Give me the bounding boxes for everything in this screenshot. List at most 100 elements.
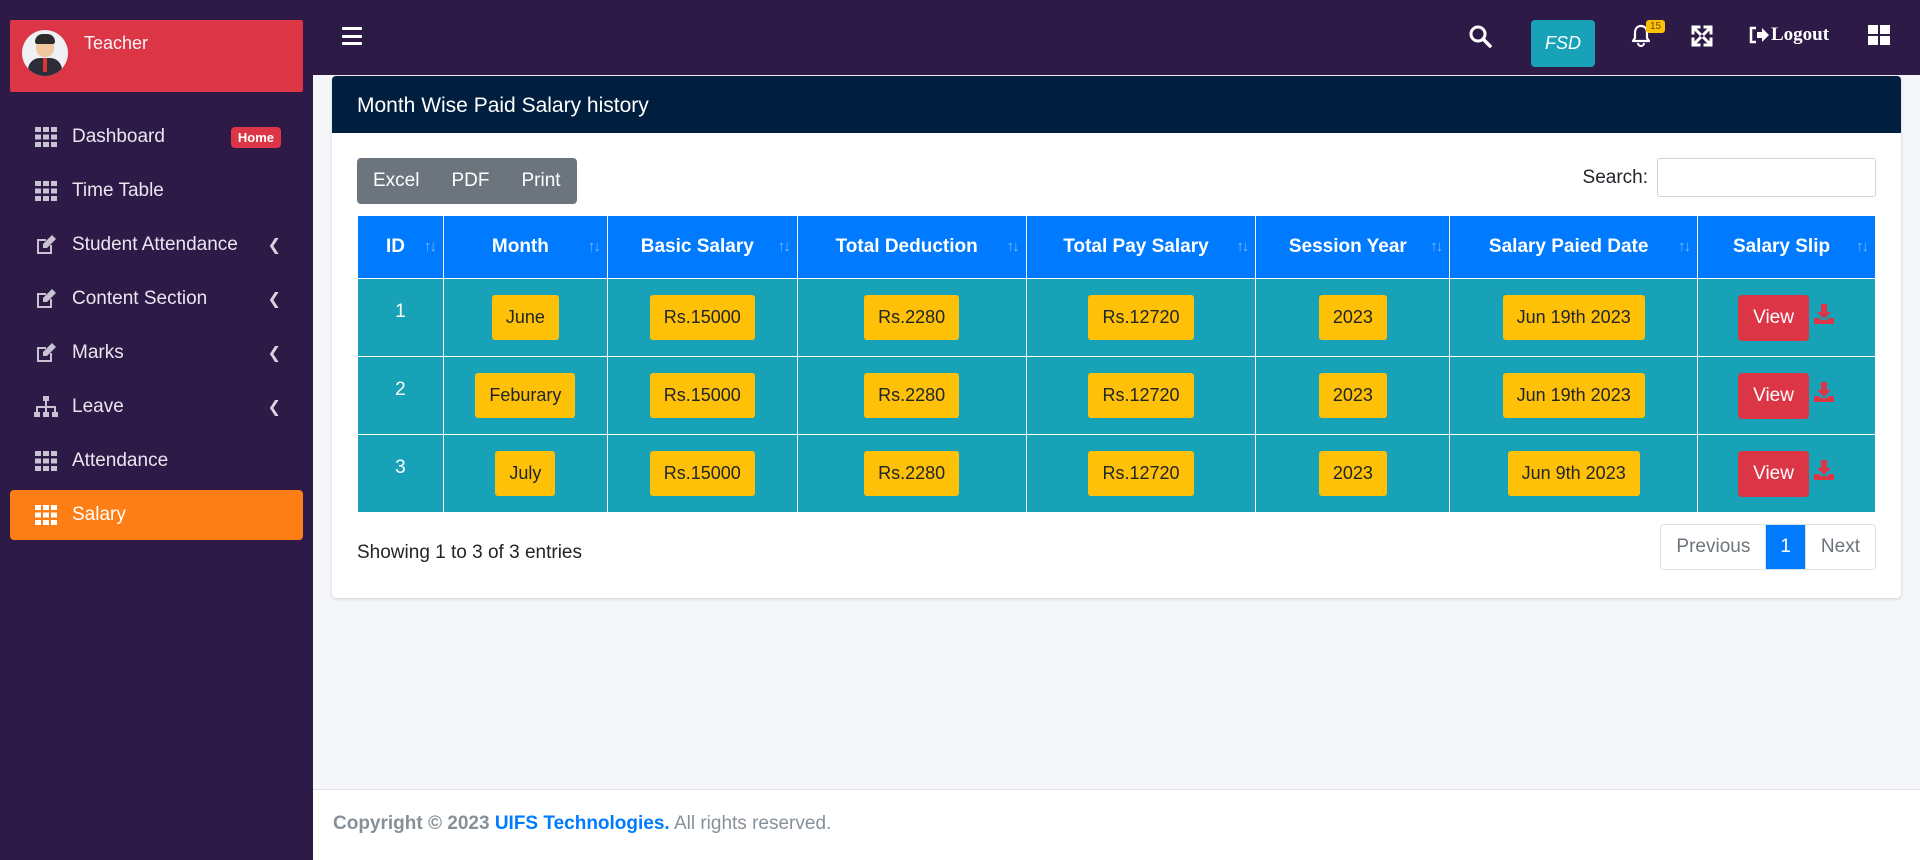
sidebar-nav: Dashboard Home Time Table Student Attend… — [10, 112, 303, 544]
sidebar-item-time-table[interactable]: Time Table — [10, 166, 303, 216]
view-slip-button[interactable]: View — [1738, 372, 1809, 419]
salary-history-card: Month Wise Paid Salary history Excel PDF… — [332, 76, 1901, 598]
pdf-button[interactable]: PDF — [435, 158, 505, 204]
avatar — [22, 30, 68, 76]
edit-icon — [34, 288, 58, 310]
table-row: 1 June Rs.15000 Rs.2280 Rs.12720 2023 Ju… — [357, 278, 1876, 357]
sidebar-item-label: Dashboard — [72, 126, 165, 147]
cell-session-year: 2023 — [1318, 373, 1387, 418]
chevron-left-icon: ❮ — [267, 237, 281, 254]
fsd-button[interactable]: FSD — [1531, 20, 1595, 67]
sidebar-item-student-attendance[interactable]: Student Attendance ❮ — [10, 220, 303, 270]
sort-icon: ↑↓ — [587, 238, 601, 255]
edit-icon — [34, 342, 58, 364]
grid-icon — [34, 180, 58, 202]
chevron-left-icon: ❮ — [267, 399, 281, 416]
previous-page-button[interactable]: Previous — [1661, 525, 1766, 569]
edit-icon — [34, 234, 58, 256]
cell-total-deduction: Rs.2280 — [864, 451, 960, 496]
column-header-total-pay-salary[interactable]: Total Pay Salary ↑↓ — [1025, 215, 1257, 279]
table-search: Search: — [1583, 158, 1876, 197]
cell-session-year: 2023 — [1318, 451, 1387, 496]
download-icon[interactable] — [1813, 303, 1835, 325]
cell-month: Feburary — [475, 373, 576, 418]
sidebar-item-label: Student Attendance — [72, 234, 238, 255]
download-icon[interactable] — [1813, 381, 1835, 403]
cell-total-deduction: Rs.2280 — [864, 295, 960, 340]
sort-icon: ↑↓ — [1236, 238, 1249, 255]
cell-basic-salary: Rs.15000 — [649, 295, 755, 340]
sort-icon: ↑↓ — [1006, 238, 1020, 255]
sort-asc-icon: ↑↓ — [423, 238, 437, 255]
menu-toggle-icon[interactable] — [342, 27, 362, 45]
user-profile[interactable]: Teacher — [10, 20, 303, 92]
sidebar-item-content-section[interactable]: Content Section ❮ — [10, 274, 303, 324]
sidebar-item-salary[interactable]: Salary — [10, 490, 303, 540]
apps-grid-icon[interactable] — [1868, 25, 1890, 45]
cell-id: 1 — [357, 278, 444, 357]
sidebar-item-label: Marks — [72, 342, 124, 363]
cell-paid-date: Jun 9th 2023 — [1507, 451, 1640, 496]
cell-session-year: 2023 — [1318, 295, 1387, 340]
cell-paid-date: Jun 19th 2023 — [1502, 295, 1645, 340]
cell-basic-salary: Rs.15000 — [649, 451, 755, 496]
column-header-month[interactable]: Month ↑↓ — [442, 215, 608, 279]
print-button[interactable]: Print — [505, 158, 576, 204]
cell-total-pay-salary: Rs.12720 — [1088, 373, 1194, 418]
profile-name: Teacher — [84, 33, 149, 53]
grid-icon — [34, 126, 58, 148]
fullscreen-icon[interactable] — [1691, 25, 1713, 47]
sort-icon: ↑↓ — [1430, 238, 1443, 255]
cell-total-pay-salary: Rs.12720 — [1088, 451, 1194, 496]
search-label: Search: — [1582, 166, 1648, 188]
view-slip-button[interactable]: View — [1738, 294, 1809, 341]
sitemap-icon — [34, 396, 58, 418]
chevron-left-icon: ❮ — [267, 291, 281, 308]
sort-icon: ↑↓ — [777, 238, 791, 255]
column-header-total-deduction[interactable]: Total Deduction ↑↓ — [796, 215, 1027, 279]
copyright-text: Copyright © 2023 — [333, 813, 495, 834]
sidebar-item-label: Attendance — [72, 450, 169, 471]
table-row: 2 Feburary Rs.15000 Rs.2280 Rs.12720 202… — [357, 356, 1876, 435]
column-header-salary-paid-date[interactable]: Salary Paied Date ↑↓ — [1449, 215, 1699, 279]
column-header-session-year[interactable]: Session Year ↑↓ — [1255, 215, 1451, 279]
sidebar-item-leave[interactable]: Leave ❮ — [10, 382, 303, 432]
table-row: 3 July Rs.15000 Rs.2280 Rs.12720 2023 Ju… — [357, 434, 1876, 513]
search-icon[interactable] — [1468, 24, 1492, 48]
logout-label: Logout — [1771, 24, 1830, 45]
column-header-id[interactable]: ID ↑↓ — [357, 215, 444, 279]
sidebar-item-label: Time Table — [72, 180, 164, 201]
cell-month: June — [491, 295, 559, 340]
column-header-salary-slip[interactable]: Salary Slip ↑↓ — [1697, 215, 1876, 279]
download-icon[interactable] — [1813, 459, 1835, 481]
card-title: Month Wise Paid Salary history — [332, 76, 1901, 133]
view-slip-button[interactable]: View — [1738, 450, 1809, 497]
logout-button[interactable]: Logout — [1749, 24, 1829, 46]
sidebar-item-label: Content Section — [72, 288, 208, 309]
table-header-row: ID ↑↓ Month ↑↓ Basic Salary ↑↓ Total Deduct… — [357, 215, 1876, 279]
sort-icon: ↑↓ — [1856, 238, 1869, 255]
sidebar-item-dashboard[interactable]: Dashboard Home — [10, 112, 303, 162]
page-1-button[interactable]: 1 — [1765, 525, 1805, 569]
next-page-button[interactable]: Next — [1804, 525, 1875, 569]
excel-button[interactable]: Excel — [357, 158, 435, 204]
grid-icon — [34, 450, 58, 472]
salary-table: ID ↑↓ Month ↑↓ Basic Salary ↑↓ Total Deduct… — [357, 215, 1876, 513]
cell-basic-salary: Rs.15000 — [649, 373, 755, 418]
sidebar-item-marks[interactable]: Marks ❮ — [10, 328, 303, 378]
cell-id: 2 — [357, 356, 444, 435]
column-header-basic-salary[interactable]: Basic Salary ↑↓ — [606, 215, 798, 279]
sidebar: Teacher Dashboard Home Time Table Studen… — [0, 0, 313, 860]
sidebar-item-label: Salary — [72, 504, 126, 525]
grid-icon — [34, 504, 58, 526]
chevron-left-icon: ❮ — [267, 345, 281, 362]
export-button-group: Excel PDF Print — [357, 158, 577, 204]
sidebar-item-attendance[interactable]: Attendance — [10, 436, 303, 486]
table-info: Showing 1 to 3 of 3 entries — [357, 542, 582, 563]
sort-icon: ↑↓ — [1678, 238, 1691, 255]
sign-out-icon — [1749, 26, 1769, 44]
cell-id: 3 — [357, 434, 444, 513]
company-link[interactable]: UIFS Technologies. — [495, 813, 670, 834]
cell-total-deduction: Rs.2280 — [864, 373, 960, 418]
search-input[interactable] — [1657, 158, 1876, 197]
